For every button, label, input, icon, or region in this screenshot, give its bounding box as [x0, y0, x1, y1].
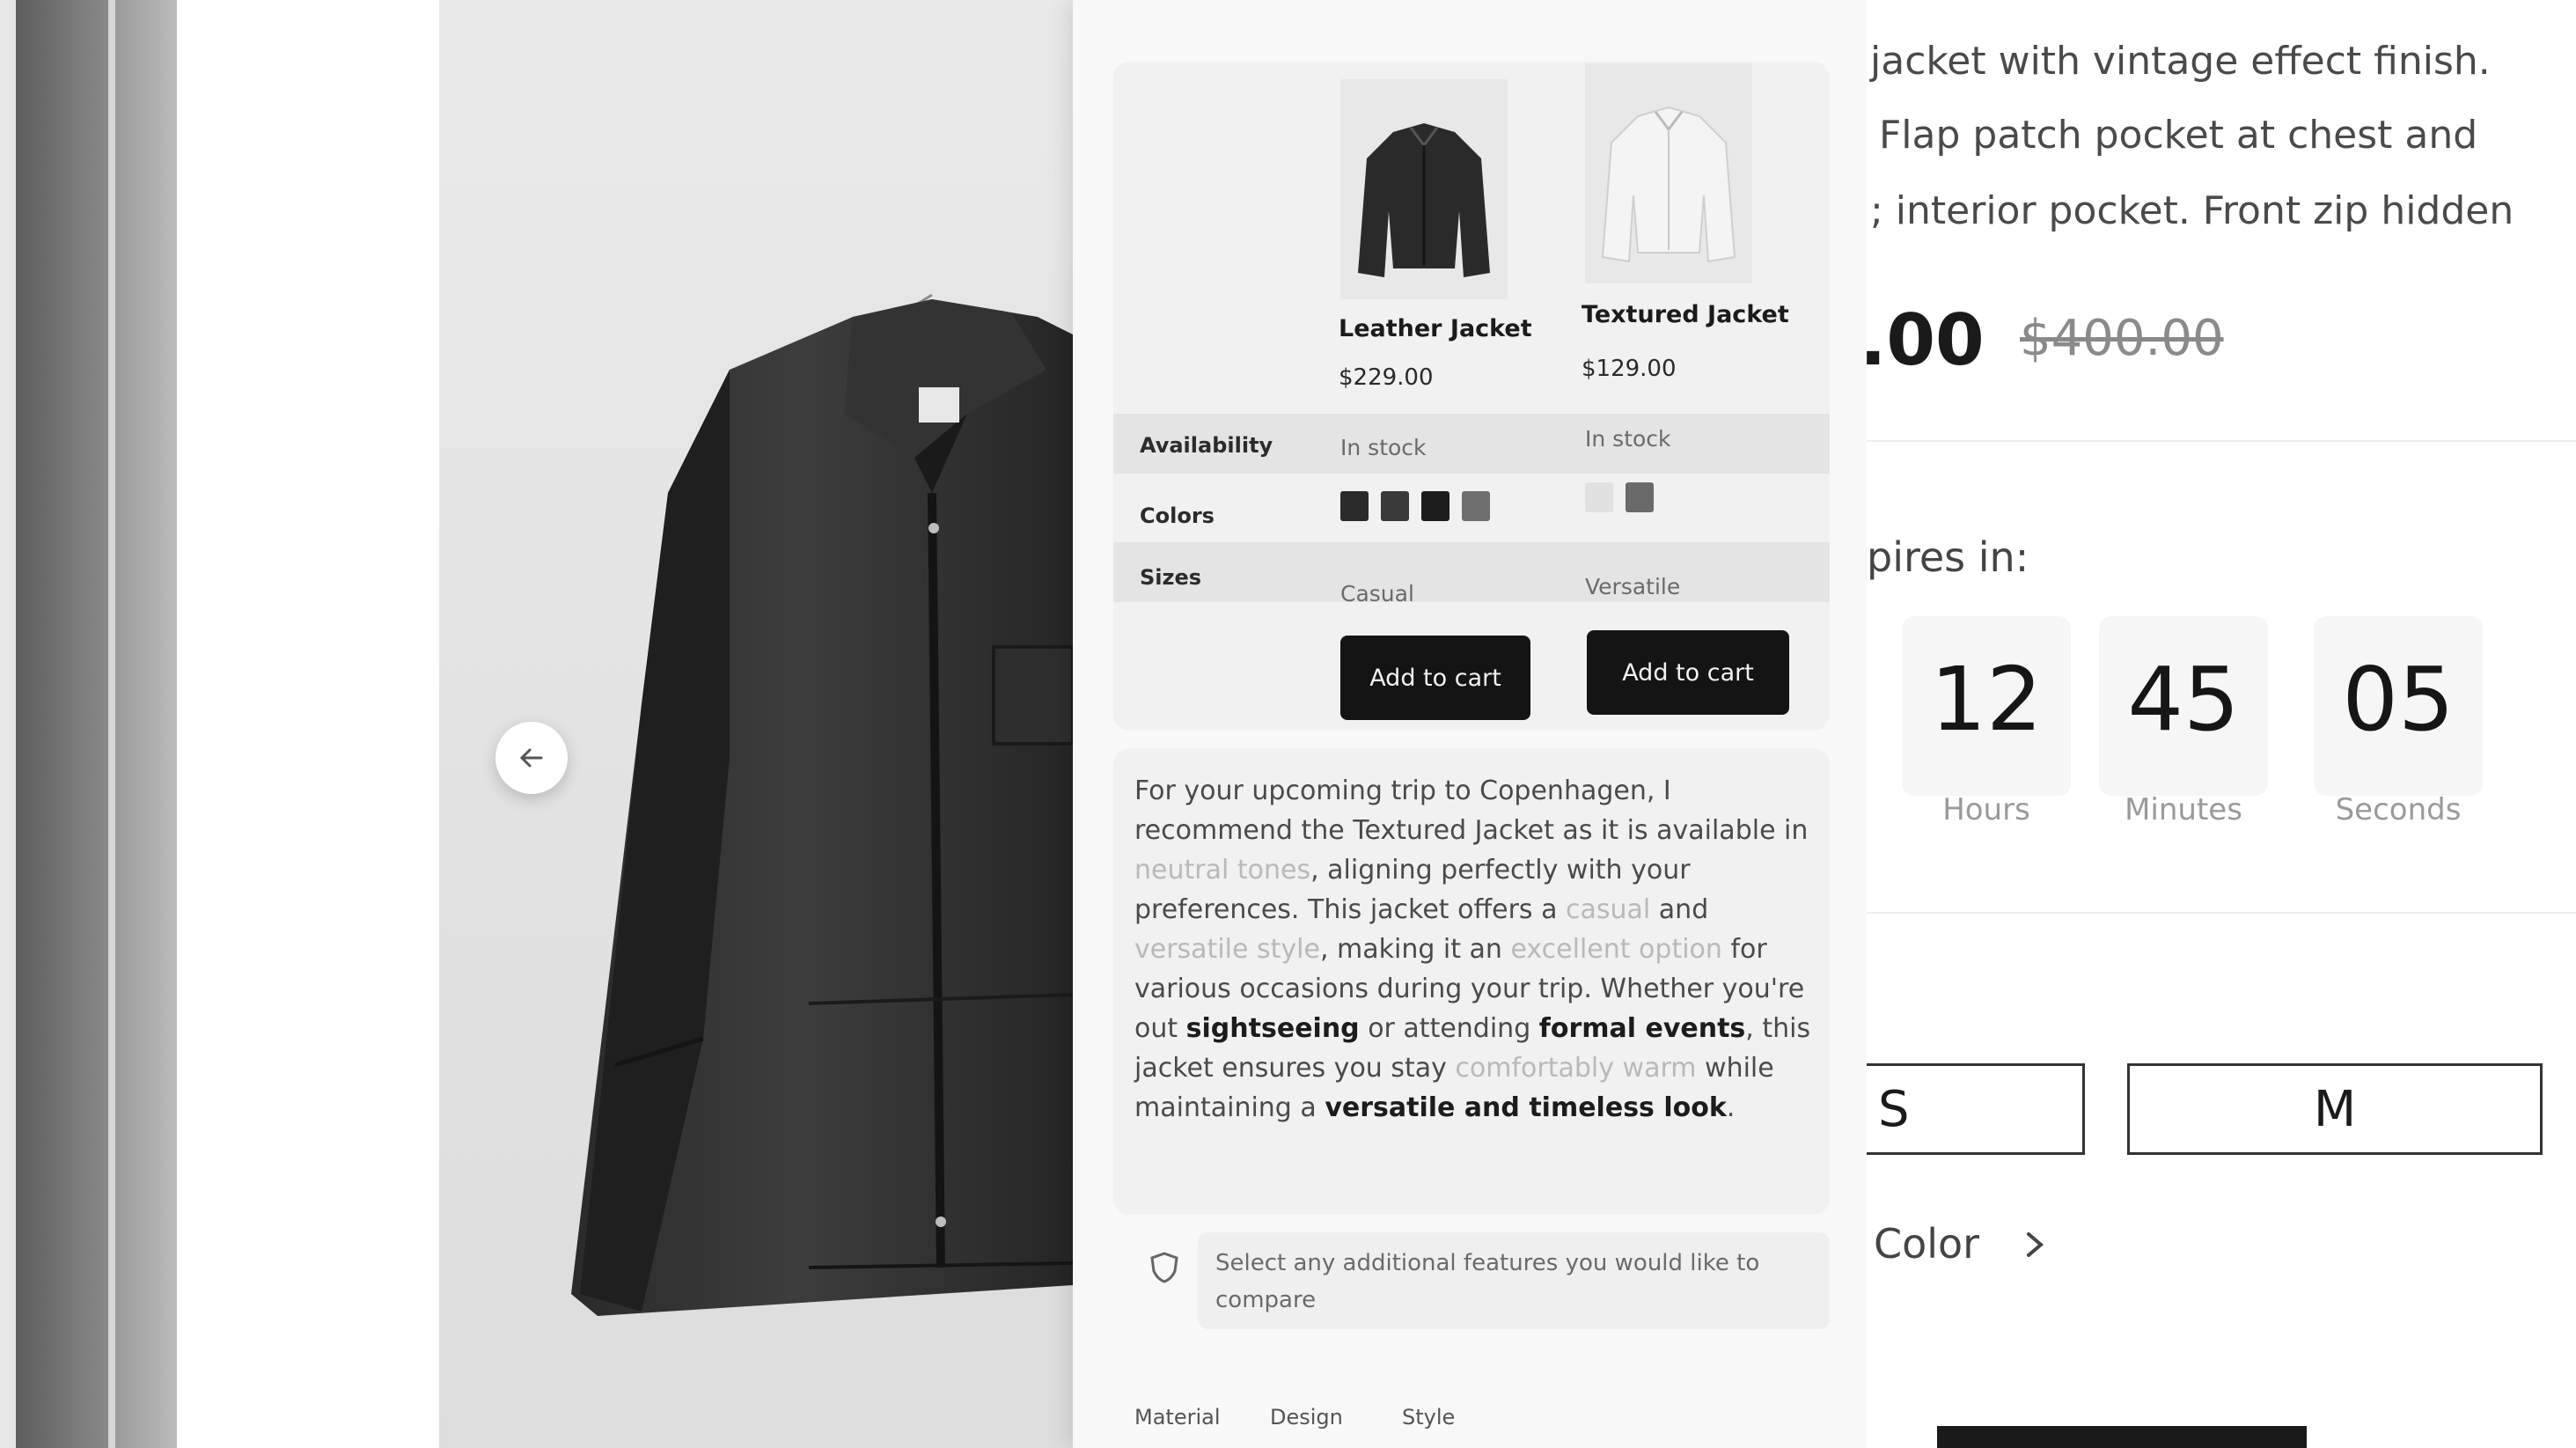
feature-chip-style[interactable]: Style — [1393, 1401, 1464, 1433]
hours-value: 12 — [1930, 648, 2043, 751]
comparison-panel: Leather Jacket Textured Jacket $229.00 $… — [1073, 0, 1867, 1448]
add-to-bag-button-edge[interactable] — [1937, 1426, 2307, 1448]
availability-value: In stock — [1340, 435, 1427, 460]
description-line: ; interior pocket. Front zip hidden — [1870, 188, 2514, 233]
color-swatch[interactable] — [1585, 482, 1613, 512]
color-swatch[interactable] — [1381, 491, 1409, 521]
leather-jacket-image — [1358, 123, 1490, 277]
color-swatch[interactable] — [1626, 482, 1654, 512]
offer-expires-label: pires in: — [1867, 533, 2029, 581]
recommendation-segment: comfortably warm — [1455, 1053, 1697, 1084]
size-option-m[interactable]: M — [2127, 1063, 2543, 1155]
recommendation-segment: versatile and timeless look — [1325, 1092, 1727, 1123]
product-price: $229.00 — [1339, 364, 1434, 391]
previous-image-button[interactable] — [495, 722, 568, 794]
availability-value: In stock — [1585, 426, 1671, 452]
description-line: jacket with vintage effect finish. — [1870, 39, 2491, 84]
sizes-row — [1113, 542, 1830, 602]
color-swatch[interactable] — [1462, 491, 1490, 521]
divider — [1867, 440, 2576, 442]
recommendation-segment: excellent option — [1510, 934, 1722, 965]
recommendation-segment: formal events — [1538, 1013, 1746, 1044]
recommendation-segment: casual — [1566, 894, 1651, 925]
timer-minutes: 45 — [2099, 616, 2268, 796]
recommendation-segment: For your upcoming trip to Copenhagen, I … — [1134, 775, 1809, 846]
recommendation-text: For your upcoming trip to Copenhagen, I … — [1134, 771, 1812, 1128]
feature-prompt: Select any additional features you would… — [1215, 1250, 1760, 1313]
recommendation-segment: versatile style — [1134, 934, 1320, 965]
edge-stripe — [0, 0, 16, 1448]
arrow-left-icon — [519, 748, 543, 768]
recommendation-segment: . — [1726, 1092, 1736, 1123]
minutes-value: 45 — [2127, 648, 2240, 751]
add-to-cart-button[interactable]: Add to cart — [1340, 636, 1530, 720]
recommendation-segment: sightseeing — [1185, 1013, 1360, 1044]
edge-stripe — [108, 0, 115, 1448]
seconds-unit: Seconds — [2335, 792, 2462, 827]
color-swatch[interactable] — [1421, 491, 1449, 521]
size-value: Casual — [1340, 581, 1414, 606]
recommendation-segment: or attending — [1359, 1013, 1539, 1044]
feature-chip-material[interactable]: Material — [1126, 1401, 1229, 1433]
availability-label: Availability — [1140, 433, 1273, 458]
edge-stripe — [115, 0, 177, 1448]
size-option-s[interactable]: S — [1867, 1063, 2085, 1155]
color-swatch[interactable] — [1340, 491, 1369, 521]
leather-jacket-thumbnail[interactable] — [1340, 79, 1508, 299]
recommendation-segment: and — [1650, 894, 1709, 925]
recommendation-message: For your upcoming trip to Copenhagen, I … — [1113, 748, 1830, 1215]
product-image-gallery — [439, 0, 1073, 1448]
seconds-value: 05 — [2342, 648, 2455, 751]
comparison-table: Leather Jacket Textured Jacket $229.00 $… — [1113, 62, 1830, 731]
feature-prompt-box[interactable]: Select any additional features you would… — [1198, 1232, 1830, 1329]
minutes-unit: Minutes — [2125, 792, 2242, 827]
chevron-right-icon[interactable] — [2022, 1227, 2048, 1262]
hours-unit: Hours — [1942, 792, 2030, 827]
edge-stripe — [16, 0, 108, 1448]
recommendation-segment: neutral tones — [1134, 855, 1311, 886]
product-name: Leather Jacket — [1339, 315, 1532, 342]
textured-jacket-thumbnail[interactable] — [1585, 63, 1752, 283]
timer-seconds: 05 — [2314, 616, 2483, 796]
feature-chip-design[interactable]: Design — [1261, 1401, 1352, 1433]
timer-hours: 12 — [1902, 616, 2071, 796]
shield-icon — [1150, 1252, 1178, 1283]
colors-label: Colors — [1140, 503, 1215, 528]
sale-price: .00 — [1867, 299, 1985, 381]
sizes-label: Sizes — [1140, 565, 1202, 590]
recommendation-segment: , making it an — [1319, 934, 1511, 965]
add-to-cart-button[interactable]: Add to cart — [1587, 630, 1789, 715]
product-price: $129.00 — [1582, 356, 1677, 382]
product-name: Textured Jacket — [1582, 301, 1789, 328]
description-line: Flap patch pocket at chest and — [1879, 113, 2478, 158]
page-margin — [177, 0, 439, 1448]
original-price: $400.00 — [2020, 310, 2224, 367]
textured-jacket-image — [1601, 106, 1736, 263]
feature-selector: Select any additional features you would… — [1113, 1232, 1830, 1338]
color-link[interactable]: Color — [1874, 1220, 1979, 1268]
size-value: Versatile — [1585, 574, 1681, 599]
product-detail-pane: jacket with vintage effect finish. Flap … — [1867, 0, 2576, 1448]
divider — [1867, 912, 2576, 914]
